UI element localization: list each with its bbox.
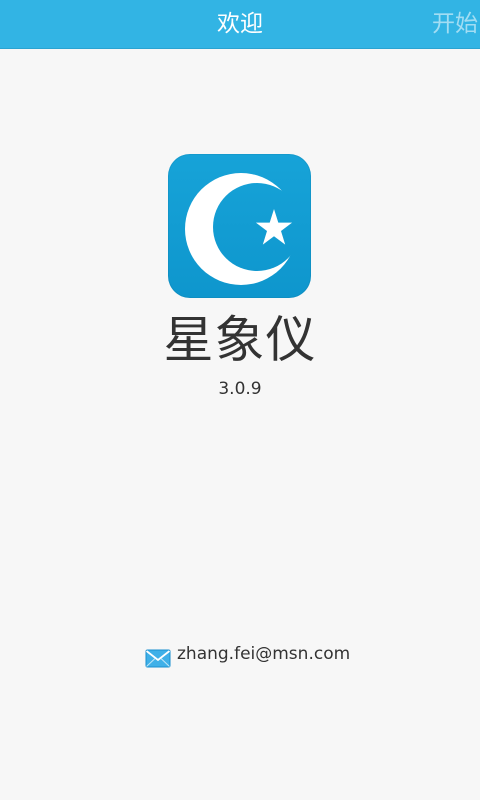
crescent-star-icon xyxy=(185,173,297,285)
tab-bar: 欢迎 开始 xyxy=(0,0,480,49)
welcome-screen: 欢迎 开始 星象仪 3.0.9 zhang.fei@msn.com xyxy=(0,0,480,800)
mail-icon xyxy=(145,649,171,668)
app-version: 3.0.9 xyxy=(218,379,262,399)
contact-row[interactable]: zhang.fei@msn.com xyxy=(145,642,350,670)
contact-email[interactable]: zhang.fei@msn.com xyxy=(177,643,350,665)
tab-start[interactable]: 开始 xyxy=(432,0,478,48)
tab-welcome[interactable]: 欢迎 xyxy=(0,0,480,48)
app-icon xyxy=(168,154,311,298)
app-name: 星象仪 xyxy=(163,311,317,369)
